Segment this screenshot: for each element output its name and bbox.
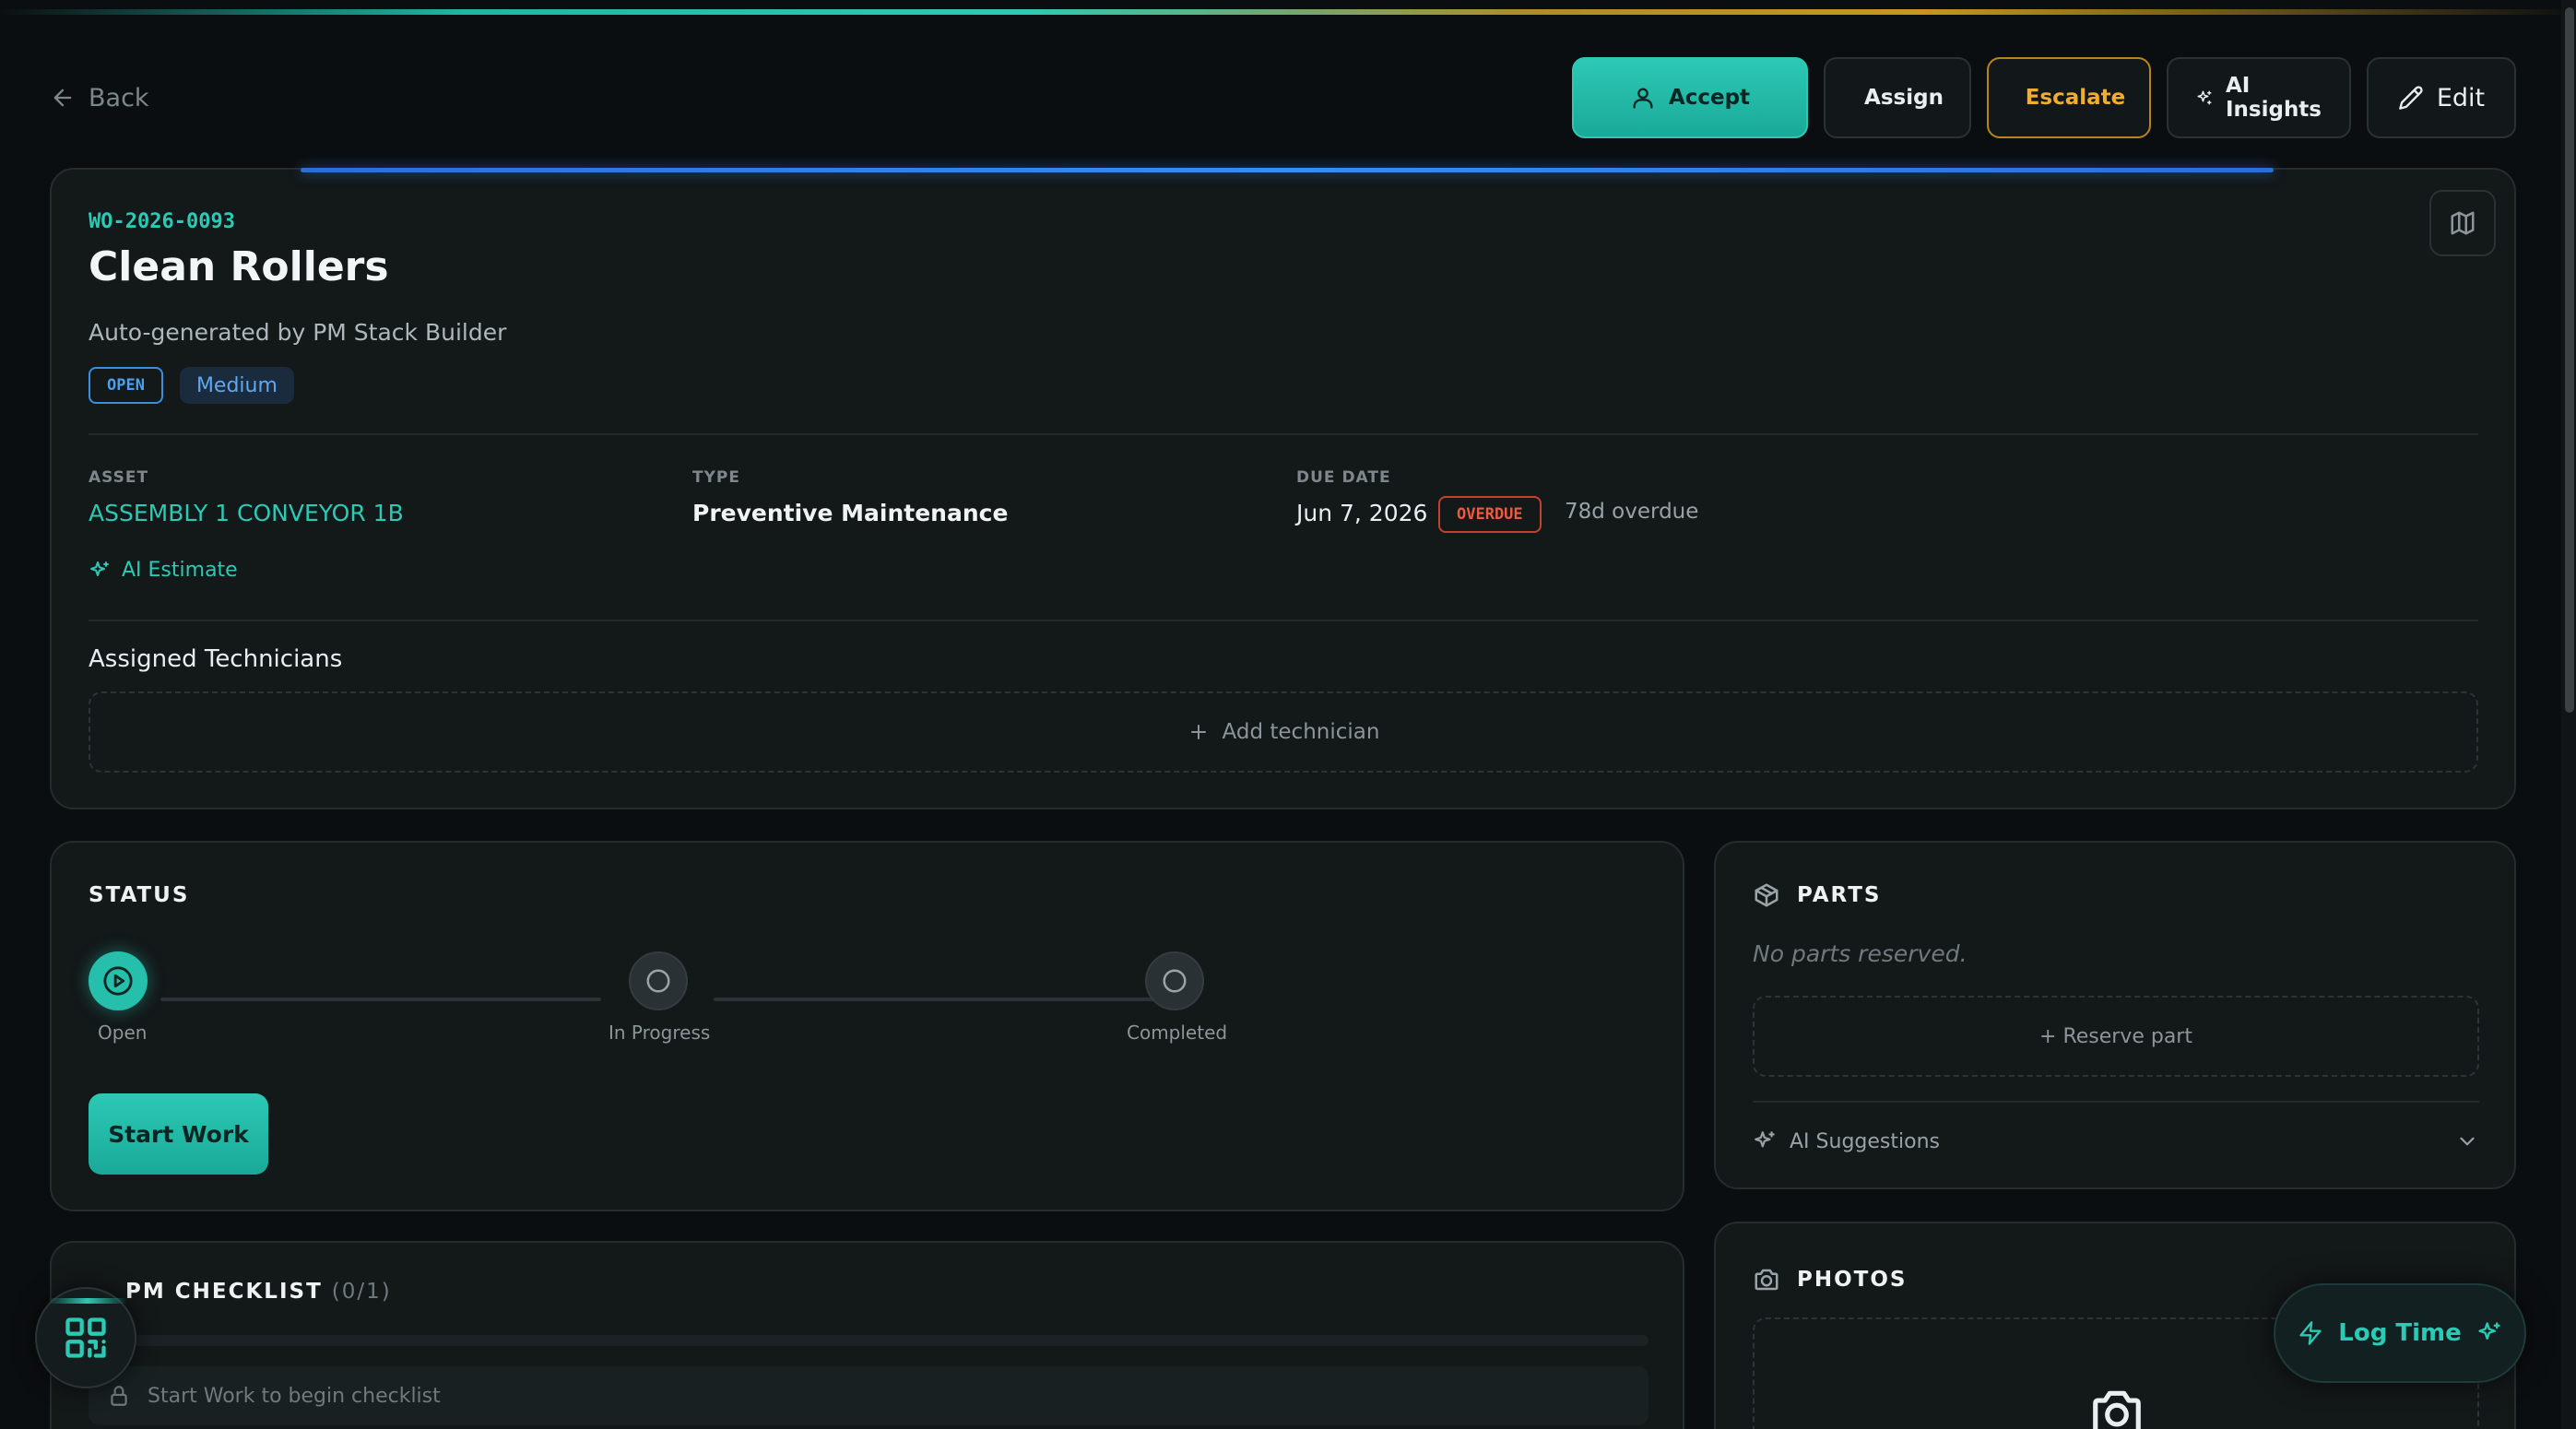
edit-label: Edit: [2436, 83, 2486, 112]
priority-badge: Medium: [179, 367, 294, 404]
ai-insights-button[interactable]: AI Insights: [2167, 57, 2351, 138]
divider: [89, 433, 2478, 435]
step-completed: [1145, 951, 1204, 1010]
qr-code-icon: [65, 1317, 106, 1358]
due-date-label: DUE DATE: [1296, 468, 1391, 487]
user-icon: [1633, 88, 1653, 109]
map-icon: [2451, 211, 2475, 235]
work-order-code: WO-2026-0093: [89, 210, 235, 233]
lightning-icon: [2299, 1321, 2322, 1345]
step-in-progress: [629, 951, 688, 1010]
escalate-label: Escalate: [2025, 86, 2126, 110]
escalate-button[interactable]: Escalate: [1987, 57, 2151, 138]
ai-estimate-button[interactable]: AI Estimate: [89, 559, 238, 582]
step-open: [89, 951, 148, 1010]
page-title: Clean Rollers: [89, 243, 389, 290]
chevron-down-icon: [2460, 1137, 2475, 1146]
step-connector: [160, 998, 601, 1001]
start-work-button[interactable]: Start Work: [89, 1093, 268, 1175]
top-accent-bar: [0, 9, 2563, 15]
checklist-progress-bar: [89, 1335, 1648, 1346]
lock-icon: [111, 1386, 127, 1406]
sparkles-icon: [90, 561, 109, 576]
ai-suggestions-toggle[interactable]: AI Suggestions: [1753, 1123, 2479, 1160]
reserve-part-button[interactable]: + Reserve part: [1753, 996, 2479, 1077]
step-label: In Progress: [609, 1022, 711, 1044]
camera-icon: [1755, 1269, 1778, 1291]
log-time-button[interactable]: Log Time: [2274, 1283, 2526, 1383]
camera-icon: [2093, 1390, 2141, 1429]
play-circle-icon: [103, 966, 133, 996]
edit-button[interactable]: Edit: [2367, 57, 2516, 138]
checklist-title-text: PM CHECKLIST: [125, 1280, 323, 1304]
due-date-value: Jun 7, 2026: [1296, 500, 1428, 526]
work-order-card: WO-2026-0093 Clean Rollers Auto-generate…: [50, 168, 2516, 809]
pencil-icon: [2399, 86, 2423, 110]
step-label: Completed: [1127, 1022, 1228, 1044]
overdue-days: 78d overdue: [1565, 500, 1699, 524]
sparkles-icon: [1755, 1131, 1775, 1148]
package-icon: [1755, 883, 1778, 907]
divider: [89, 620, 2478, 621]
action-toolbar: Accept Assign Escalate AI Insights Edit: [1572, 57, 2516, 138]
asset-link[interactable]: ASSEMBLY 1 CONVEYOR 1B: [89, 500, 404, 526]
card-accent-bar: [301, 168, 2274, 172]
checklist-locked-text: Start Work to begin checklist: [148, 1384, 441, 1408]
parts-empty-text: No parts reserved.: [1753, 940, 1967, 967]
parts-card: PARTS No parts reserved. + Reserve part …: [1714, 841, 2516, 1189]
map-button[interactable]: [2429, 190, 2496, 256]
assign-label: Assign: [1864, 86, 1944, 110]
checklist-title: PM CHECKLIST (0/1): [125, 1280, 392, 1304]
work-order-subtitle: Auto-generated by PM Stack Builder: [89, 319, 507, 346]
photos-title: PHOTOS: [1797, 1268, 1908, 1292]
step-connector: [714, 998, 1169, 1001]
accept-label: Accept: [1668, 86, 1751, 110]
status-card: STATUS Open In Progress Completed Start …: [50, 841, 1684, 1211]
parts-title: PARTS: [1797, 883, 1882, 907]
ai-suggestions-label: AI Suggestions: [1790, 1129, 1940, 1153]
type-value: Preventive Maintenance: [692, 500, 1009, 526]
add-technician-label: Add technician: [1222, 720, 1380, 744]
circle-icon: [1163, 969, 1187, 993]
badge-row: OPEN Medium: [89, 367, 294, 404]
circle-icon: [646, 969, 670, 993]
status-badge: OPEN: [89, 367, 163, 404]
add-technician-button[interactable]: Add technician: [89, 691, 2478, 773]
log-time-label: Log Time: [2338, 1319, 2462, 1347]
plus-icon: [1190, 725, 1206, 739]
checklist-count: (0/1): [331, 1280, 392, 1304]
checklist-locked-row: Start Work to begin checklist: [89, 1366, 1648, 1425]
back-button[interactable]: Back: [50, 79, 149, 116]
assign-button[interactable]: Assign: [1824, 57, 1971, 138]
sparkles-icon: [2197, 90, 2212, 105]
ai-estimate-label: AI Estimate: [122, 559, 238, 582]
step-label: Open: [98, 1022, 148, 1044]
back-label: Back: [89, 83, 149, 112]
asset-label: ASSET: [89, 468, 149, 487]
type-label: TYPE: [692, 468, 740, 487]
ai-insights-label: AI Insights: [2225, 74, 2322, 122]
divider: [1753, 1101, 2479, 1103]
sparkles-icon: [2478, 1322, 2500, 1340]
accept-button[interactable]: Accept: [1572, 57, 1808, 138]
technicians-title: Assigned Technicians: [89, 645, 343, 673]
pm-checklist-card: PM CHECKLIST (0/1) Start Work to begin ch…: [50, 1241, 1684, 1429]
qr-scan-button[interactable]: [35, 1287, 136, 1388]
scrollbar[interactable]: [2561, 0, 2576, 1429]
overdue-badge: OVERDUE: [1438, 496, 1542, 533]
arrow-left-icon: [53, 89, 72, 107]
status-title: STATUS: [89, 883, 190, 907]
scrollbar-thumb[interactable]: [2565, 7, 2574, 713]
